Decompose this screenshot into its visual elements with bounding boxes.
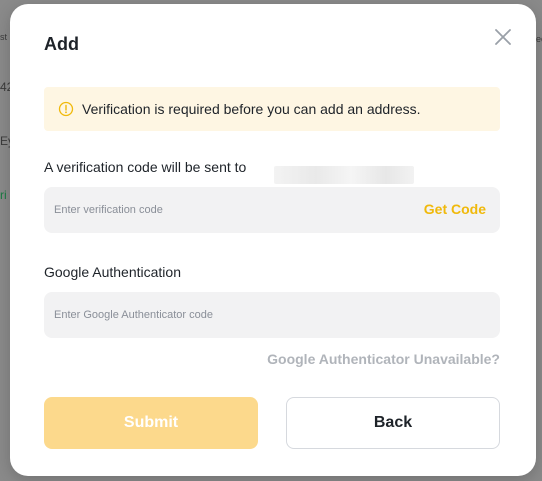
back-button[interactable]: Back [286, 397, 500, 449]
verification-label: A verification code will be sent to [44, 159, 247, 175]
info-circle-icon [58, 101, 74, 117]
background-text: ec [536, 34, 542, 44]
close-icon [495, 29, 511, 45]
google-auth-field [44, 292, 500, 338]
get-code-link[interactable]: Get Code [424, 201, 486, 217]
background-text: st [0, 32, 8, 42]
modal-title: Add [44, 34, 79, 54]
verification-notice: Verification is required before you can … [44, 87, 500, 131]
notice-text: Verification is required before you can … [82, 101, 421, 117]
masked-destination [274, 166, 414, 184]
verification-code-field: Get Code [44, 187, 500, 233]
close-button[interactable] [492, 26, 514, 48]
background-text: ri [0, 188, 7, 202]
google-auth-unavailable-link[interactable]: Google Authenticator Unavailable? [267, 351, 500, 367]
google-auth-label: Google Authentication [44, 264, 181, 280]
google-auth-input[interactable] [44, 292, 404, 338]
verification-code-input[interactable] [44, 187, 404, 233]
submit-button[interactable]: Submit [44, 397, 258, 449]
add-address-modal: Add Verification is required before you … [10, 4, 536, 476]
